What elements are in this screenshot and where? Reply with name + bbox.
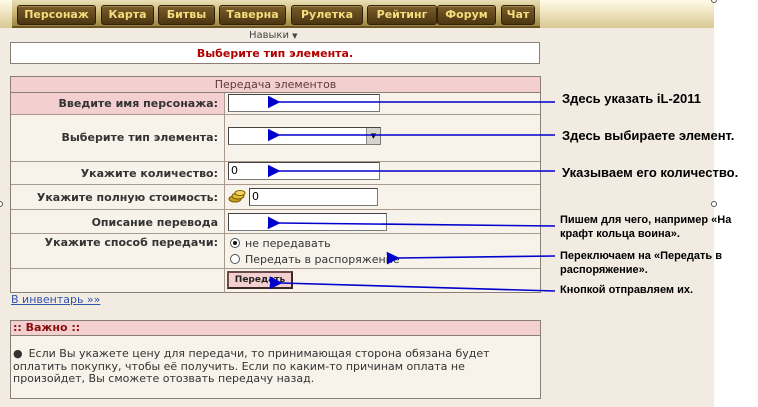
inventory-link[interactable]: В инвентарь »» [11,293,100,306]
radio-transfer-ownership[interactable] [230,254,240,264]
radio-transfer-ownership-label: Передать в распоряжение [245,253,400,266]
important-text-block: ● Если Вы укажете цену для передачи, то п… [11,347,539,386]
menu-item-battles[interactable]: Битвы [158,5,215,25]
description-input[interactable] [228,213,387,231]
resize-handle-right[interactable] [711,201,717,207]
important-title: :: Важно :: [11,321,540,336]
menu-wing-right [540,0,714,28]
method-label: Укажите способ передачи: [44,236,218,249]
note-description: Пишем для чего, например «На крафт кольц… [560,213,731,241]
character-label: Введите имя персонажа: [58,97,218,110]
quantity-input[interactable]: 0 [228,162,380,180]
type-label: Выберите тип элемента: [61,131,218,144]
note-description-line1: Пишем для чего, например «На [560,214,732,226]
radio-no-transfer-label: не передавать [245,237,331,250]
message-box: Выберите тип элемента. [10,42,540,64]
menu-wing-left [0,0,12,28]
chevron-down-icon[interactable]: ▼ [366,128,380,144]
menu-item-map[interactable]: Карта [101,5,154,25]
menu-item-roulette[interactable]: Рулетка [291,5,363,25]
chevron-down-icon: ▼ [292,32,298,40]
send-button[interactable]: Передать [227,271,293,289]
note-quantity: Указываем его количество. [562,165,739,180]
important-text: Если Вы укажете цену для передачи, то пр… [13,347,490,385]
menu-item-chat[interactable]: Чат [501,5,535,25]
top-menu-bar: Персонаж Карта Битвы Таверна Рулетка Рей… [0,0,714,28]
note-description-line2: крафт кольца воина». [560,228,680,240]
resize-handle-top-right[interactable] [711,0,717,3]
price-input[interactable]: 0 [249,188,378,206]
note-method: Переключаем на «Передать в распоряжение»… [560,249,722,277]
quantity-label: Укажите количество: [80,167,218,180]
note-method-line1: Переключаем на «Передать в [560,250,722,262]
skills-dropdown[interactable]: Навыки ▼ [249,30,298,41]
coins-icon [228,190,246,203]
menu-item-forum[interactable]: Форум [437,5,496,25]
menu-item-character[interactable]: Персонаж [17,5,96,25]
note-send: Кнопкой отправляем их. [560,284,694,296]
menu-item-rating[interactable]: Рейтинг [367,5,437,25]
note-character: Здесь указать iL-2011 [562,91,701,106]
radio-no-transfer[interactable] [230,238,240,248]
important-notice: :: Важно :: ● Если Вы укажете цену для пе… [10,320,541,399]
transfer-title: Передача элементов [11,77,540,93]
menu-item-tavern[interactable]: Таверна [219,5,286,25]
status-message: Выберите тип элемента. [196,47,354,60]
note-type: Здесь выбираете элемент. [562,128,735,143]
bullet-icon: ● [13,347,23,360]
element-type-select[interactable]: ▼ [228,127,381,145]
description-label: Описание перевода [91,216,218,229]
game-panel: Персонаж Карта Битвы Таверна Рулетка Рей… [0,0,714,407]
skills-label: Навыки [249,30,289,41]
note-method-line2: распоряжение». [560,264,648,276]
character-name-input[interactable] [228,94,380,112]
price-label: Укажите полную стоимость: [36,191,218,204]
